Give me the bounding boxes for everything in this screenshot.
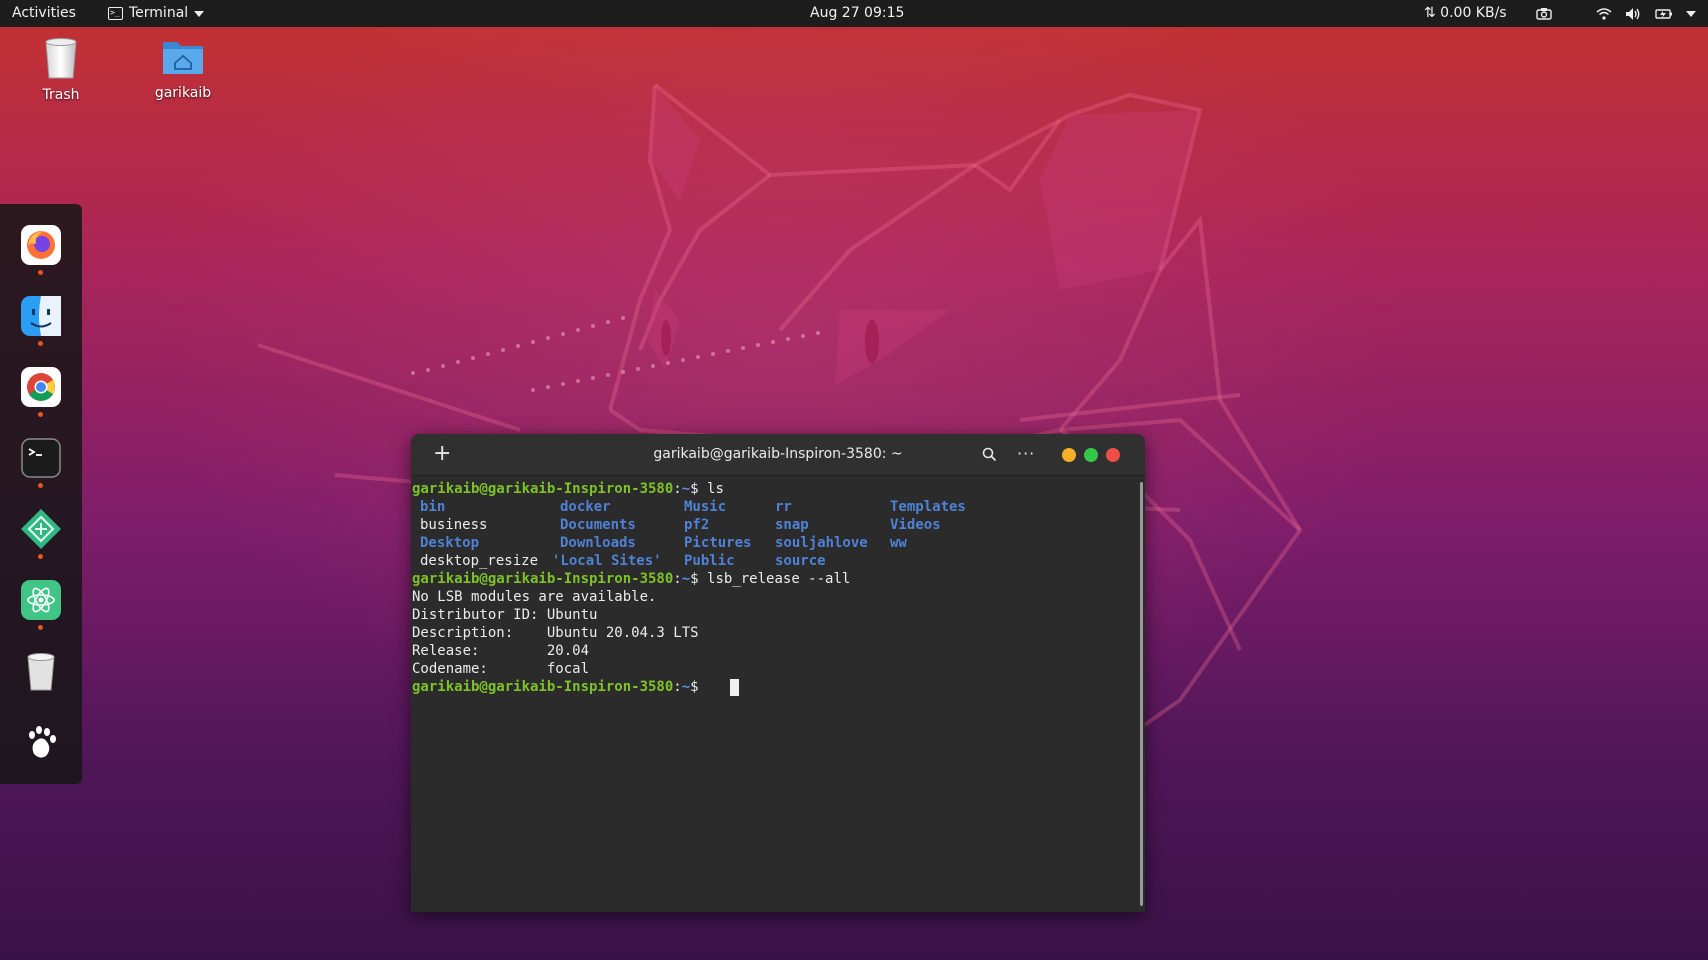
ls-entry-directory: Videos xyxy=(890,517,941,533)
diamond-app-icon xyxy=(21,509,61,549)
dock-trash[interactable] xyxy=(20,650,62,692)
running-indicator xyxy=(38,412,43,417)
scrollbar[interactable] xyxy=(1140,482,1143,906)
ls-entry-directory: Downloads xyxy=(560,535,636,551)
output-line: Codename: focal xyxy=(412,661,590,677)
activities-button[interactable]: Activities xyxy=(12,0,76,27)
ls-entry-directory: pf2 xyxy=(684,517,710,533)
prompt-sep: : xyxy=(673,481,682,497)
terminal-header-bar[interactable]: + garikaib@garikaib-Inspiron-3580: ~ ··· xyxy=(411,434,1145,476)
prompt-user: garikaib@garikaib-Inspiron-3580 xyxy=(412,481,674,497)
home-folder-icon xyxy=(163,42,203,74)
terminal-line: garikaib@garikaib-Inspiron-3580:~$ ls xyxy=(412,480,724,498)
output-line: Description: Ubuntu 20.04.3 LTS xyxy=(412,625,699,641)
terminal-line: garikaib@garikaib-Inspiron-3580:~$ lsb_r… xyxy=(412,570,850,588)
prompt-sep: : xyxy=(673,679,682,695)
dock-chrome[interactable] xyxy=(20,366,62,408)
maximize-button[interactable] xyxy=(1084,448,1098,462)
running-indicator xyxy=(38,554,43,559)
ls-entry-directory: Documents xyxy=(560,517,636,533)
text-cursor xyxy=(730,679,739,696)
trash-icon xyxy=(45,38,77,79)
prompt-path: ~ xyxy=(681,571,691,587)
ls-entry-directory: source xyxy=(775,553,826,569)
running-indicator xyxy=(38,483,43,488)
running-indicator xyxy=(38,341,43,346)
terminal-line: garikaib@garikaib-Inspiron-3580:~$ xyxy=(412,678,699,696)
dock-finder[interactable] xyxy=(20,295,62,337)
prompt-path: ~ xyxy=(681,481,691,497)
output-line: Release: 20.04 xyxy=(412,643,590,659)
ls-entry-directory: Music xyxy=(684,499,727,515)
running-indicator xyxy=(38,270,43,275)
prompt-sep: : xyxy=(673,571,682,587)
screenshot-icon[interactable] xyxy=(1536,7,1552,20)
prompt-user: garikaib@garikaib-Inspiron-3580 xyxy=(412,679,674,695)
atom-icon xyxy=(21,580,61,620)
finder-face-icon xyxy=(21,296,61,336)
close-button[interactable] xyxy=(1106,448,1120,462)
output-line: Distributor ID: Ubuntu xyxy=(412,607,598,623)
ls-entry-directory: ww xyxy=(890,535,907,551)
top-bar: Activities >_ Terminal Aug 27 09:15 ⇅ 0.… xyxy=(0,0,1708,27)
system-tray[interactable] xyxy=(1536,0,1696,27)
terminal-small-icon: >_ xyxy=(108,7,123,20)
terminal-content[interactable]: garikaib@garikaib-Inspiron-3580:~$ ls bi… xyxy=(412,478,1138,910)
desktop-icon-home-folder[interactable]: garikaib xyxy=(138,36,228,101)
ls-entry-directory: snap xyxy=(775,517,809,533)
app-menu-terminal[interactable]: >_ Terminal xyxy=(108,0,205,27)
ls-entry-directory: Pictures xyxy=(684,535,752,551)
app-menu-label: Terminal xyxy=(129,5,189,21)
ls-entry-file: business xyxy=(420,517,488,533)
wifi-icon[interactable] xyxy=(1596,7,1612,20)
desktop-icon-label: Trash xyxy=(42,87,80,103)
prompt-symbol: $ xyxy=(690,481,699,497)
running-indicator xyxy=(38,625,43,630)
system-menu-caret-icon[interactable] xyxy=(1686,10,1696,17)
ls-entry-directory: rr xyxy=(775,499,792,515)
ls-entry-directory: Templates xyxy=(890,499,966,515)
chevron-down-icon xyxy=(194,10,205,17)
prompt-symbol: $ xyxy=(690,679,699,695)
volume-icon[interactable] xyxy=(1625,7,1642,21)
gimp-paw-icon xyxy=(29,726,56,758)
ls-entry-directory: Public xyxy=(684,553,735,569)
ls-entry-directory: 'Local Sites' xyxy=(552,553,662,569)
prompt-symbol: $ xyxy=(690,571,699,587)
ls-entry-directory: bin xyxy=(420,499,446,515)
terminal-window[interactable]: + garikaib@garikaib-Inspiron-3580: ~ ···… xyxy=(411,434,1145,912)
ls-entry-directory: souljahlove xyxy=(775,535,868,551)
prompt-user: garikaib@garikaib-Inspiron-3580 xyxy=(412,571,674,587)
menu-button[interactable]: ··· xyxy=(1017,444,1035,463)
command-text: lsb_release --all xyxy=(698,571,851,587)
trash-icon xyxy=(27,653,55,691)
ls-entry-file: desktop_resize xyxy=(420,553,539,569)
terminal-icon xyxy=(21,438,61,478)
battery-icon[interactable] xyxy=(1655,8,1673,20)
minimize-button[interactable] xyxy=(1062,448,1076,462)
dock-firefox[interactable] xyxy=(20,224,62,266)
ls-entry-directory: docker xyxy=(560,499,611,515)
net-speed-indicator[interactable]: ⇅ 0.00 KB/s xyxy=(1424,0,1507,27)
dock-atom[interactable] xyxy=(20,579,62,621)
dock-terminal[interactable] xyxy=(20,437,62,479)
clock[interactable]: Aug 27 09:15 xyxy=(810,0,904,27)
desktop-icon-label: garikaib xyxy=(154,85,212,101)
desktop-icon-trash[interactable]: Trash xyxy=(16,36,106,103)
command-text: ls xyxy=(698,481,724,497)
prompt-path: ~ xyxy=(681,679,691,695)
ls-entry-directory: Desktop xyxy=(420,535,480,551)
search-icon[interactable] xyxy=(982,447,997,462)
chrome-icon xyxy=(21,367,61,407)
output-line: No LSB modules are available. xyxy=(412,589,657,605)
dock-show-apps[interactable] xyxy=(20,721,62,763)
firefox-icon xyxy=(21,225,61,265)
dock-diamond-app[interactable] xyxy=(20,508,62,550)
dock xyxy=(0,204,82,784)
